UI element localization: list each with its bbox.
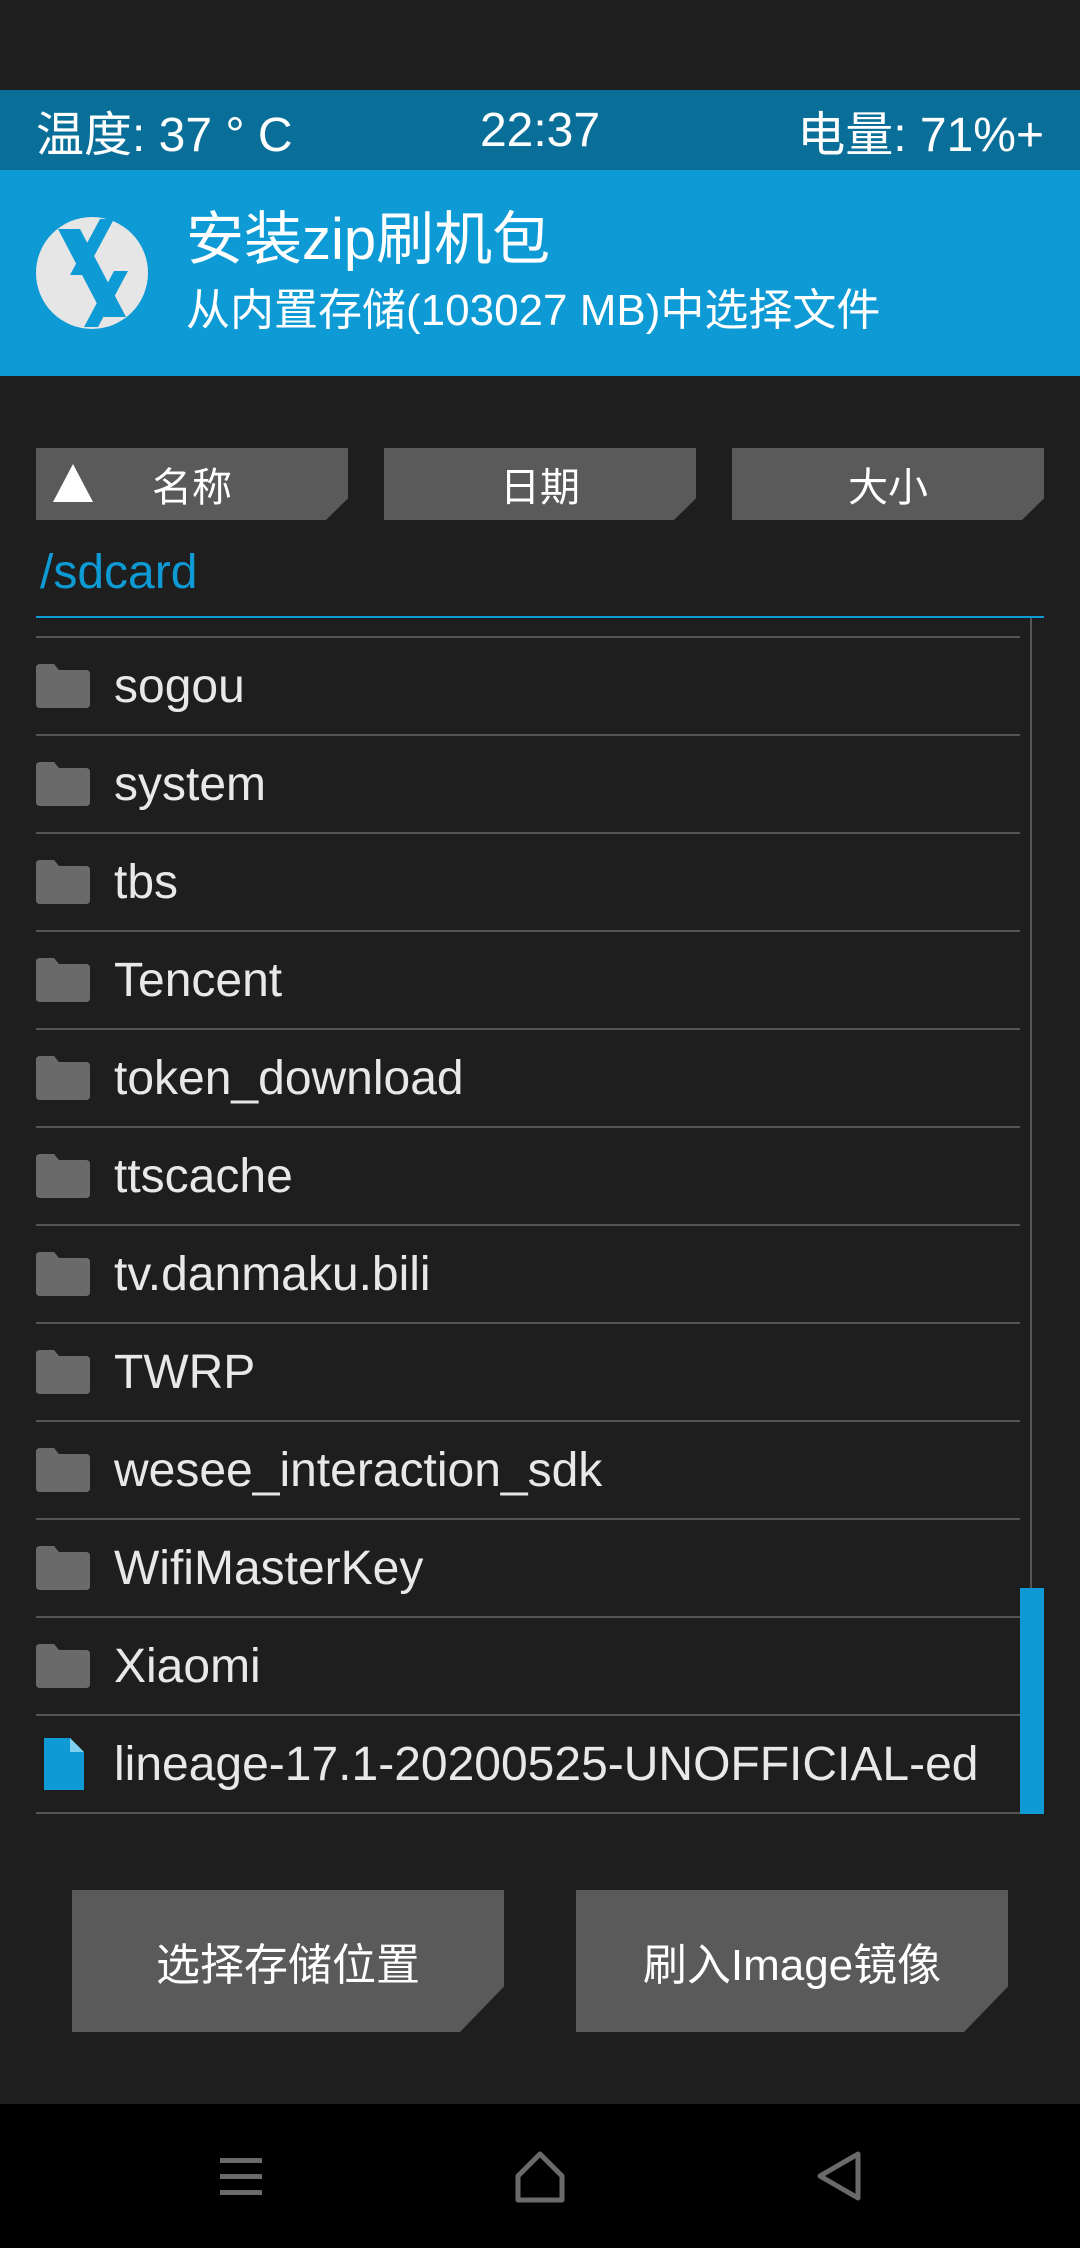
sort-by-name-button[interactable]: 名称 [36, 448, 348, 520]
folder-icon [36, 664, 90, 708]
folder-icon [36, 1350, 90, 1394]
file-name: wesee_interaction_sdk [114, 1443, 603, 1497]
top-spacer [0, 0, 1080, 90]
folder-icon [36, 1546, 90, 1590]
file-list-item[interactable]: lineage-17.1-20200525-UNOFFICIAL-ed [36, 1716, 1020, 1814]
file-icon [44, 1738, 84, 1790]
file-name: ttscache [114, 1149, 293, 1203]
back-icon[interactable] [804, 2140, 876, 2212]
folder-list-item[interactable]: sogou [36, 638, 1020, 736]
folder-icon [36, 1252, 90, 1296]
sort-by-size-button[interactable]: 大小 [732, 448, 1044, 520]
folder-list-item[interactable]: wesee_interaction_sdk [36, 1422, 1020, 1520]
file-name: Tencent [114, 953, 283, 1007]
folder-icon [36, 958, 90, 1002]
menu-icon[interactable] [204, 2140, 276, 2212]
page-header: 安装zip刷机包 从内置存储(103027 MB)中选择文件 [0, 170, 1080, 376]
home-icon[interactable] [504, 2140, 576, 2212]
file-name: tbs [114, 855, 179, 909]
file-name: system [114, 757, 267, 811]
folder-icon [36, 1154, 90, 1198]
folder-list-item[interactable]: ttscache [36, 1128, 1020, 1226]
file-name: TWRP [114, 1345, 256, 1399]
file-name: WifiMasterKey [114, 1541, 424, 1595]
flash-image-button[interactable]: 刷入Image镜像 [576, 1890, 1008, 2032]
folder-icon [36, 1644, 90, 1688]
folder-list-item[interactable]: WifiMasterKey [36, 1520, 1020, 1618]
file-name: lineage-17.1-20200525-UNOFFICIAL-ed [114, 1737, 979, 1791]
folder-list-item[interactable]: token_download [36, 1030, 1020, 1128]
scrollbar-thumb[interactable] [1020, 1588, 1044, 1814]
clock: 22:37 [479, 103, 601, 157]
sort-ascending-icon [52, 462, 94, 504]
file-name: token_download [114, 1051, 464, 1105]
folder-icon [36, 1056, 90, 1100]
select-storage-button[interactable]: 选择存储位置 [72, 1890, 504, 2032]
page-title: 安装zip刷机包 [186, 207, 551, 272]
folder-list-item[interactable]: TWRP [36, 1324, 1020, 1422]
folder-icon [36, 762, 90, 806]
battery-readout: 电量: 71%+ [797, 109, 1044, 162]
sort-by-date-label: 日期 [500, 466, 580, 510]
twrp-logo-icon [36, 217, 148, 329]
folder-list-item[interactable]: Xiaomi [36, 1618, 1020, 1716]
sort-by-name-label: 名称 [152, 466, 232, 510]
select-storage-label: 选择存储位置 [156, 1941, 420, 1990]
list-top-divider [36, 618, 1020, 638]
flash-image-label: 刷入Image镜像 [642, 1941, 942, 1990]
file-name: tv.danmaku.bili [114, 1247, 431, 1301]
folder-list-item[interactable]: tv.danmaku.bili [36, 1226, 1020, 1324]
file-name: sogou [114, 659, 245, 713]
file-list[interactable]: sogou system tbs Tencent token_downloadttsca… [36, 618, 1020, 1814]
file-name: Xiaomi [114, 1639, 261, 1693]
folder-list-item[interactable]: tbs [36, 834, 1020, 932]
page-subtitle: 从内置存储(103027 MB)中选择文件 [186, 286, 881, 335]
folder-list-item[interactable]: system [36, 736, 1020, 834]
sort-by-date-button[interactable]: 日期 [384, 448, 696, 520]
folder-list-item[interactable]: Tencent [36, 932, 1020, 1030]
temperature-readout: 温度: 37 ° C [36, 109, 293, 162]
current-path: /sdcard [36, 540, 1044, 618]
navigation-bar [0, 2104, 1080, 2248]
sort-bar: 名称 日期 大小 [36, 448, 1044, 520]
folder-icon [36, 860, 90, 904]
folder-icon [36, 1448, 90, 1492]
status-bar: 温度: 37 ° C 22:37 电量: 71%+ [0, 90, 1080, 170]
sort-by-size-label: 大小 [848, 466, 928, 510]
